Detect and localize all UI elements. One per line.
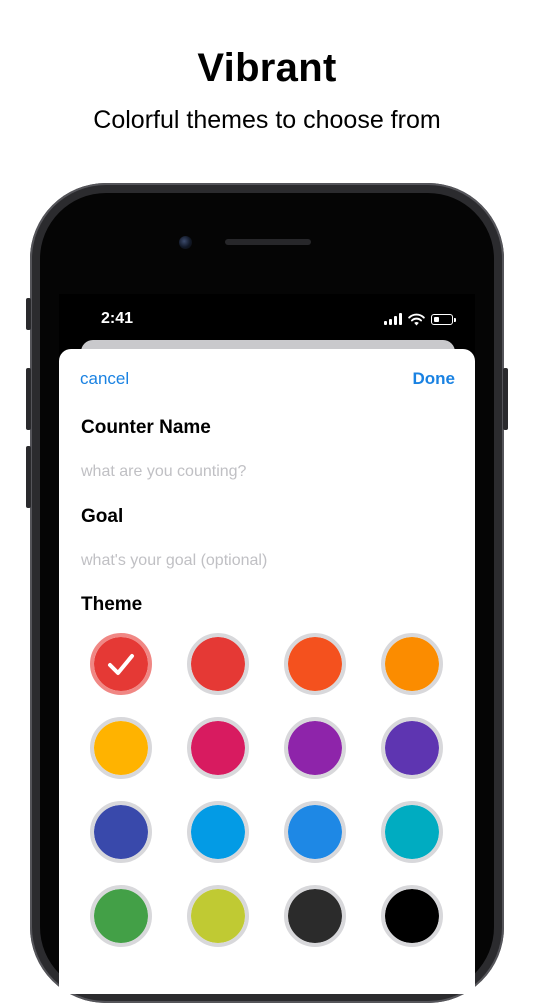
mute-switch [26, 298, 31, 330]
checkmark-icon [108, 654, 134, 675]
theme-swatch-black[interactable] [381, 885, 443, 947]
subheadline: Colorful themes to choose from [93, 106, 441, 134]
theme-label: Theme [81, 594, 143, 615]
new-counter-sheet: cancel Done Counter Name Goal Theme [59, 349, 475, 994]
done-button[interactable]: Done [413, 369, 456, 389]
power-button [503, 368, 508, 430]
theme-swatch-orange[interactable] [381, 633, 443, 695]
theme-swatch-amber[interactable] [90, 717, 152, 779]
cellular-signal-icon [384, 313, 402, 325]
status-icons [384, 312, 456, 326]
battery-icon [431, 313, 456, 325]
theme-swatch-cyan[interactable] [381, 801, 443, 863]
front-camera [179, 236, 192, 249]
volume-up-button [26, 368, 31, 430]
theme-swatch-purple[interactable] [284, 717, 346, 779]
goal-label: Goal [81, 506, 124, 527]
counter-name-input[interactable] [81, 463, 451, 481]
counter-name-label: Counter Name [81, 417, 211, 438]
wifi-icon [408, 313, 425, 325]
earpiece-speaker [225, 239, 311, 245]
theme-swatch-blue[interactable] [284, 801, 346, 863]
goal-input[interactable] [81, 552, 451, 570]
phone-screen: 2:41 cancel Done Counter Name Goal Theme [59, 294, 475, 994]
theme-swatch-green[interactable] [90, 885, 152, 947]
theme-swatch-lime[interactable] [187, 885, 249, 947]
volume-down-button [26, 446, 31, 508]
theme-swatch-light-blue[interactable] [187, 801, 249, 863]
theme-swatch-indigo[interactable] [90, 801, 152, 863]
theme-swatch-grid [90, 633, 444, 947]
theme-swatch-dark-grey[interactable] [284, 885, 346, 947]
theme-swatch-deep-purple[interactable] [381, 717, 443, 779]
theme-swatch-red-selected[interactable] [90, 633, 152, 695]
status-time: 2:41 [101, 310, 134, 327]
theme-swatch-pink[interactable] [187, 717, 249, 779]
theme-swatch-deep-orange[interactable] [284, 633, 346, 695]
headline: Vibrant [197, 46, 337, 90]
theme-swatch-red[interactable] [187, 633, 249, 695]
cancel-button[interactable]: cancel [80, 369, 129, 389]
